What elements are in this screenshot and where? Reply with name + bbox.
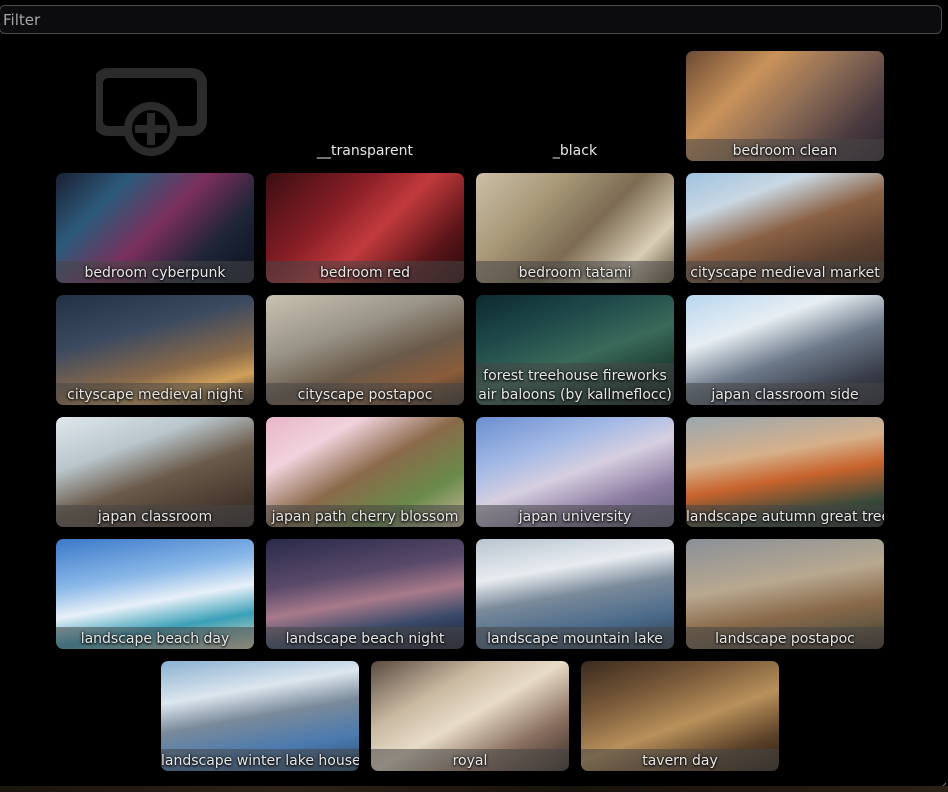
card-item[interactable]: bedroom red	[266, 173, 464, 283]
card-label: _black	[552, 143, 598, 159]
card-item[interactable]: landscape beach night	[266, 539, 464, 649]
card-label: cityscape medieval night	[67, 387, 243, 403]
card-label: landscape winter lake house	[161, 753, 359, 769]
card-item[interactable]: landscape beach day	[56, 539, 254, 649]
card-item[interactable]: bedroom clean	[686, 51, 884, 161]
card-label: japan classroom side	[711, 387, 859, 403]
filter-input[interactable]	[0, 5, 942, 34]
card-label: tavern day	[642, 753, 718, 769]
card-item[interactable]: landscape autumn great tree	[686, 417, 884, 527]
card-item[interactable]: forest treehouse fireworks air baloons (…	[476, 295, 674, 405]
card-item[interactable]: japan classroom side	[686, 295, 884, 405]
add-card[interactable]	[56, 51, 254, 161]
card-label: cityscape medieval market	[690, 265, 880, 281]
card-item[interactable]: japan path cherry blossom	[266, 417, 464, 527]
card-item[interactable]: japan university	[476, 417, 674, 527]
card-item[interactable]: tavern day	[581, 661, 779, 771]
card-label: landscape beach day	[80, 631, 230, 647]
card-label: japan path cherry blossom	[271, 509, 459, 525]
card-grid: __transparent _black bedroom clean bedroom …	[0, 51, 940, 771]
card-label: japan classroom	[97, 509, 213, 525]
card-item[interactable]: landscape postapoc	[686, 539, 884, 649]
card-label: bedroom clean	[732, 143, 838, 159]
card-item[interactable]: japan classroom	[56, 417, 254, 527]
card-label: landscape beach night	[285, 631, 445, 647]
card-label: japan university	[518, 509, 632, 525]
card-label: bedroom tatami	[518, 265, 632, 281]
card-item[interactable]: cityscape medieval night	[56, 295, 254, 405]
card-label: landscape mountain lake	[487, 631, 663, 647]
card-item[interactable]: bedroom tatami	[476, 173, 674, 283]
card-label: forest treehouse fireworks air baloons (…	[478, 368, 672, 403]
card-label: landscape autumn great tree	[686, 509, 884, 525]
card-item[interactable]: landscape mountain lake	[476, 539, 674, 649]
card-label: __transparent	[317, 143, 413, 159]
card-item[interactable]: landscape winter lake house	[161, 661, 359, 771]
card-item[interactable]: bedroom cyberpunk	[56, 173, 254, 283]
card-label: royal	[452, 753, 488, 769]
add-icon	[96, 68, 207, 156]
card-item[interactable]: cityscape postapoc	[266, 295, 464, 405]
card-item[interactable]: __transparent	[266, 51, 464, 161]
bottom-strip	[0, 786, 948, 792]
card-item[interactable]: _black	[476, 51, 674, 161]
card-item[interactable]: royal	[371, 661, 569, 771]
extra-networks-panel: __transparent _black bedroom clean bedroom …	[0, 0, 948, 792]
card-label: cityscape postapoc	[297, 387, 433, 403]
card-label: landscape postapoc	[715, 631, 855, 647]
card-label: bedroom cyberpunk	[84, 265, 226, 281]
card-label: bedroom red	[319, 265, 410, 281]
card-item[interactable]: cityscape medieval market	[686, 173, 884, 283]
